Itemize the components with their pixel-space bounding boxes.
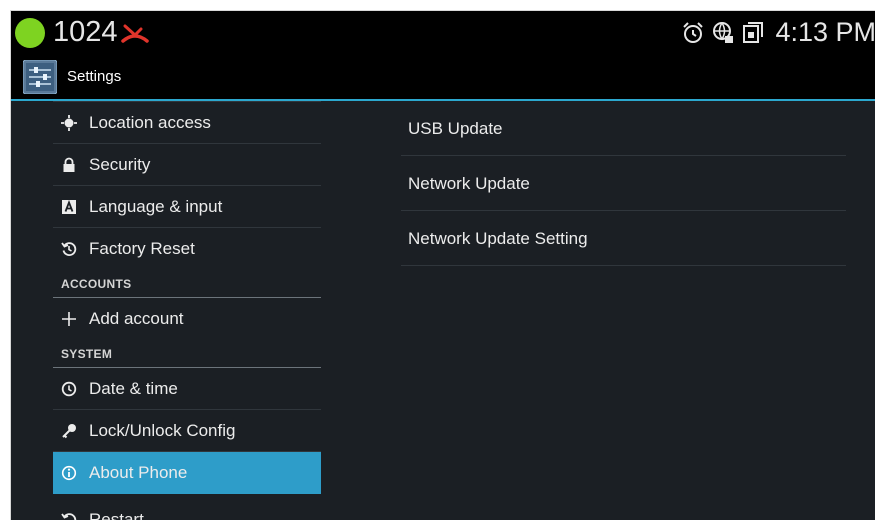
account-online-icon: [15, 18, 45, 48]
menu-item-lock-unlock-config[interactable]: Lock/Unlock Config: [53, 410, 321, 452]
menu-item-restart[interactable]: Restart: [53, 499, 321, 520]
keyboard-icon: [62, 200, 76, 214]
network-update-item[interactable]: Network Update: [401, 156, 846, 211]
menu-item-label: Location access: [89, 113, 211, 132]
network-globe-icon: [713, 21, 734, 43]
section-header-label: SYSTEM: [61, 347, 113, 361]
menu-item-factory-reset[interactable]: Factory Reset: [53, 228, 321, 270]
page-title: Settings: [67, 68, 122, 85]
status-time: 4:13 PM: [775, 17, 875, 47]
factory-reset-icon: [61, 242, 77, 256]
detail-item-label: Network Update: [408, 174, 530, 193]
menu-item-label: Lock/Unlock Config: [89, 421, 236, 440]
section-header-label: ACCOUNTS: [61, 277, 132, 291]
status-bar: 1024 4:13 PM: [11, 11, 875, 54]
key-icon: [62, 424, 76, 439]
menu-item-label: Language & input: [89, 197, 223, 216]
menu-item-label: Security: [89, 155, 151, 174]
action-bar: Settings: [11, 54, 875, 101]
menu-item-date-time[interactable]: Date & time: [53, 368, 321, 410]
network-update-setting-item[interactable]: Network Update Setting: [401, 211, 846, 266]
usb-update-item[interactable]: USB Update: [401, 101, 846, 156]
location-icon: [61, 115, 77, 131]
menu-item-label: Add account: [89, 309, 184, 328]
menu-item-label: About Phone: [89, 463, 188, 482]
settings-app-icon[interactable]: [23, 60, 57, 94]
lock-icon: [63, 157, 75, 172]
section-header-accounts: ACCOUNTS: [53, 270, 321, 298]
add-icon: [62, 312, 76, 326]
phone-screen: 1024 4:13 PM Settings Location access Se…: [10, 10, 875, 520]
menu-item-label: Restart: [89, 510, 144, 520]
menu-item-security[interactable]: Security: [53, 144, 321, 186]
menu-item-label: Factory Reset: [89, 239, 195, 258]
info-icon: [61, 465, 77, 481]
missed-call-icon: [121, 24, 149, 43]
alarm-icon: [683, 21, 704, 43]
detail-divider: [401, 265, 846, 266]
section-header-system: SYSTEM: [53, 340, 321, 368]
detail-item-label: Network Update Setting: [408, 229, 588, 248]
extension-number: 1024: [53, 16, 118, 48]
menu-item-label: Date & time: [89, 379, 178, 398]
detail-item-label: USB Update: [408, 119, 503, 138]
menu-item-add-account[interactable]: Add account: [53, 298, 321, 340]
status-right-group: 4:13 PM: [681, 11, 875, 54]
screen-rotation-icon: [743, 21, 764, 43]
menu-item-about-phone[interactable]: About Phone: [53, 452, 321, 494]
menu-item-location-access[interactable]: Location access: [53, 102, 321, 144]
menu-item-language-input[interactable]: Language & input: [53, 186, 321, 228]
clock-icon: [61, 381, 77, 397]
